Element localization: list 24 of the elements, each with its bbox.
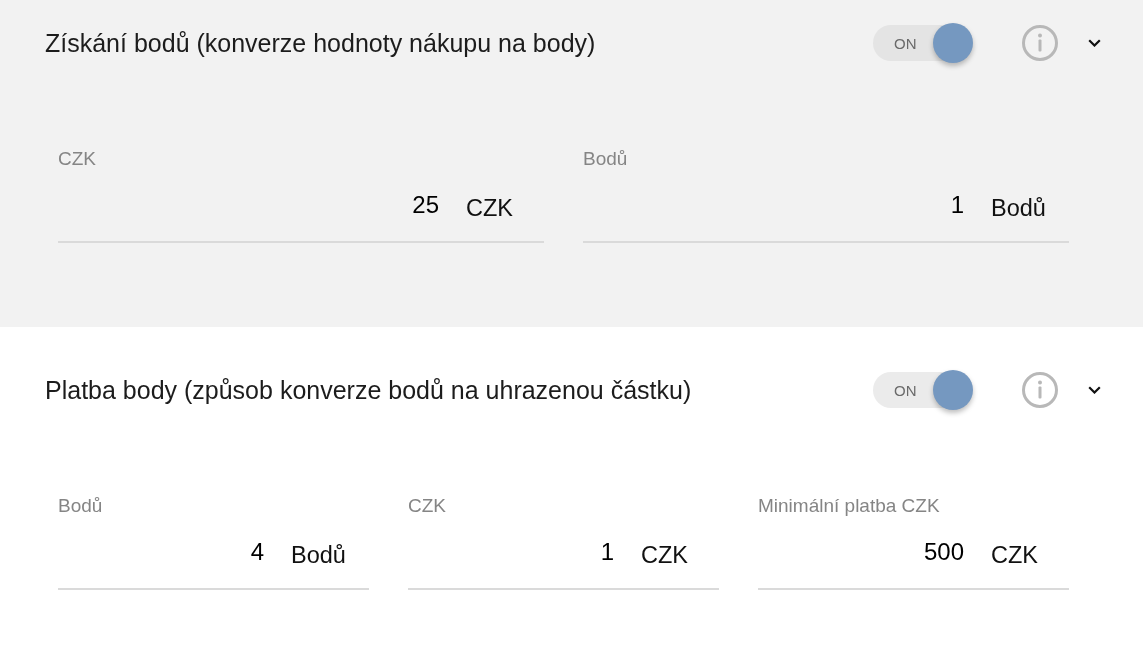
section-title: Platba body (způsob konverze bodů na uhrazenou částku): [45, 375, 693, 405]
field-value: 4: [250, 537, 264, 567]
input-field[interactable]: 500 CZK: [758, 534, 1069, 590]
field-value: 1: [950, 190, 964, 220]
unit-label: CZK: [641, 541, 689, 570]
chevron-down-icon[interactable]: [1088, 386, 1101, 394]
input-field[interactable]: 25 CZK: [58, 187, 544, 243]
field-label: Minimální platba CZK: [758, 496, 940, 516]
field-label: Bodů: [583, 149, 628, 169]
field-value: 25: [412, 190, 439, 220]
field-value: 500: [923, 537, 964, 567]
field-value: 1: [600, 537, 614, 567]
field-label: CZK: [58, 149, 96, 169]
unit-label: Bodů: [291, 541, 347, 570]
section-title: Získání bodů (konverze hodnoty nákupu na body): [45, 28, 597, 58]
field-label: Bodů: [58, 496, 103, 516]
input-field[interactable]: 1 Bodů: [583, 187, 1069, 243]
unit-label: Bodů: [991, 194, 1047, 223]
chevron-down-icon[interactable]: [1088, 39, 1101, 47]
input-field[interactable]: 1 CZK: [408, 534, 719, 590]
unit-label: CZK: [991, 541, 1039, 570]
unit-label: CZK: [466, 194, 514, 223]
field-label: CZK: [408, 496, 446, 516]
input-field[interactable]: 4 Bodů: [58, 534, 369, 590]
